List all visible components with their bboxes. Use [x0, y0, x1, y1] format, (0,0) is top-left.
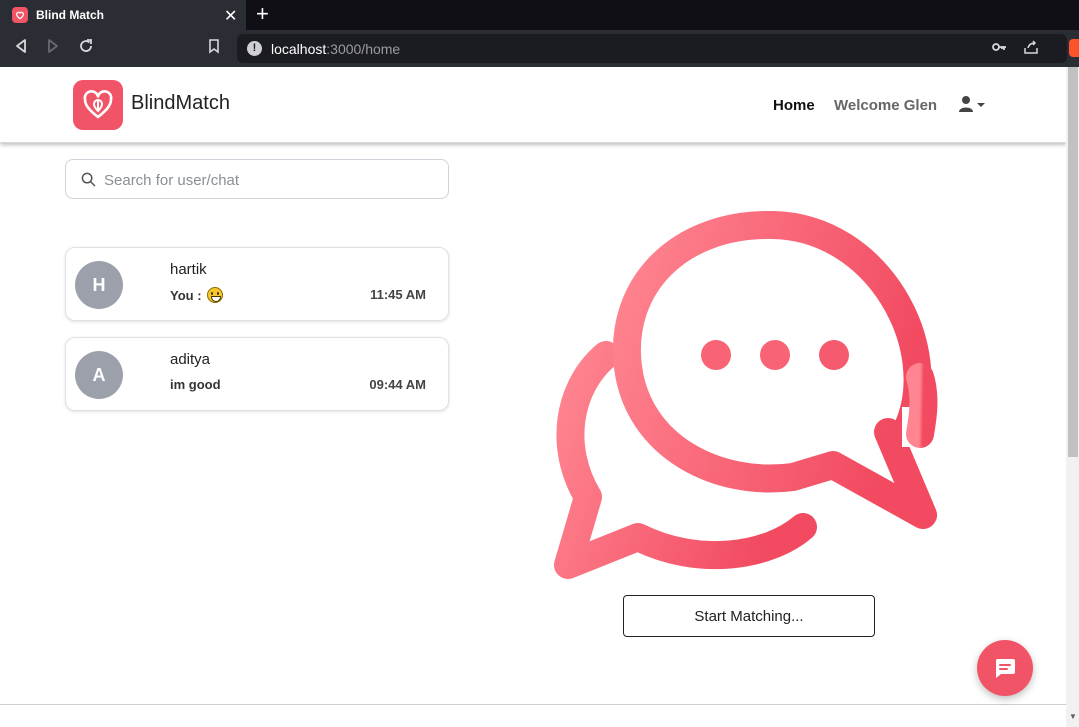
chat-item-hartik[interactable]: H hartik You : 11:45 AM [65, 247, 449, 321]
chat-bubble-icon[interactable] [977, 640, 1033, 696]
new-tab-icon[interactable]: + [256, 3, 269, 25]
brave-shield-icon[interactable] [1069, 39, 1079, 57]
favicon-heart-icon [12, 7, 28, 23]
search-input[interactable] [104, 169, 434, 191]
back-icon[interactable] [14, 38, 28, 59]
nav-welcome-text: Welcome Glen [834, 97, 938, 114]
chat-item-aditya[interactable]: A aditya im good 09:44 AM [65, 337, 449, 411]
navbar: BlindMatch Home Welcome Glen [0, 67, 1066, 143]
browser-tab-active[interactable]: Blind Match ✕ [0, 0, 246, 30]
logo-heart-icon[interactable] [73, 80, 123, 130]
page-scrollbar[interactable]: ▼ [1066, 67, 1079, 727]
footer-divider [0, 704, 1066, 705]
tab-close-icon[interactable]: ✕ [224, 6, 237, 26]
user-icon [959, 96, 985, 112]
browser-toolbar: ! localhost:3000/home [0, 30, 1079, 67]
bookmark-icon[interactable] [207, 38, 221, 59]
chat-time: 11:45 AM [370, 287, 426, 302]
avatar: A [75, 351, 123, 399]
grinning-emoji-icon [207, 287, 224, 303]
chat-illustration-icon [548, 197, 948, 587]
site-info-icon[interactable]: ! [247, 41, 262, 56]
address-bar[interactable]: ! localhost:3000/home [237, 34, 1067, 63]
brand-name[interactable]: BlindMatch [131, 92, 230, 115]
chat-time: 09:44 AM [369, 377, 426, 392]
chat-last-message: im good [170, 377, 221, 392]
chat-last-message: You : [170, 287, 224, 303]
url-text: localhost:3000/home [271, 41, 401, 57]
start-matching-button[interactable]: Start Matching... [623, 595, 875, 637]
chat-name: aditya [170, 351, 211, 368]
page-content: BlindMatch Home Welcome Glen H hartik Yo… [0, 67, 1066, 727]
tab-title: Blind Match [36, 8, 104, 22]
forward-icon[interactable] [46, 38, 60, 59]
browser-tab-strip: Blind Match ✕ + [0, 0, 1079, 30]
reload-icon[interactable] [78, 38, 94, 59]
user-menu-dropdown[interactable] [958, 95, 988, 120]
search-box [65, 159, 449, 199]
search-icon [81, 172, 96, 192]
chat-name: hartik [170, 261, 207, 278]
scroll-down-icon[interactable]: ▼ [1069, 712, 1077, 721]
nav-home-link[interactable]: Home [773, 97, 815, 114]
avatar: H [75, 261, 123, 309]
scrollbar-thumb[interactable] [1068, 67, 1078, 457]
share-icon[interactable] [1023, 39, 1039, 58]
password-key-icon[interactable] [991, 39, 1007, 58]
